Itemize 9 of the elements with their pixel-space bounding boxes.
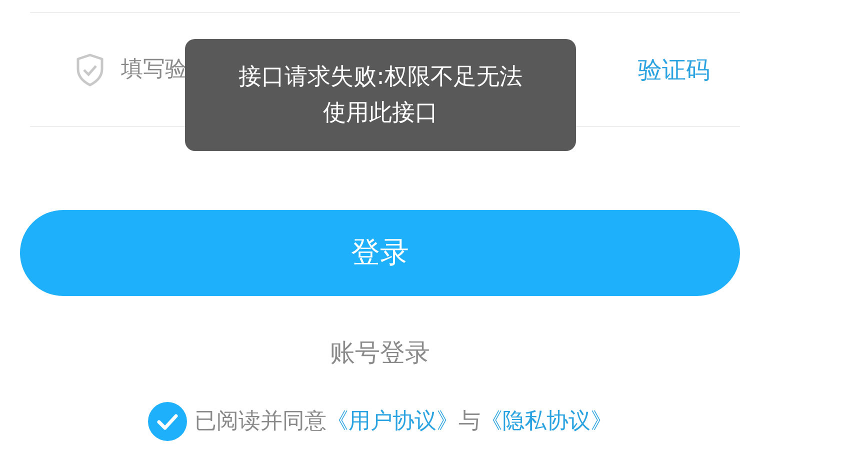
toast-message: 接口请求失败:权限不足无法 使用此接口 (185, 39, 576, 151)
shield-check-icon (75, 52, 105, 86)
user-agreement-link[interactable]: 《用户协议》 (326, 408, 458, 434)
privacy-agreement-link[interactable]: 《隐私协议》 (480, 408, 612, 434)
get-code-button[interactable]: 验证码 (638, 52, 710, 88)
agree-checkbox[interactable] (148, 402, 186, 440)
login-button[interactable]: 登录 (20, 210, 740, 296)
account-login-link[interactable]: 账号登录 (330, 334, 430, 372)
agreement-text: 已阅读并同意《用户协议》与《隐私协议》 (194, 408, 612, 436)
